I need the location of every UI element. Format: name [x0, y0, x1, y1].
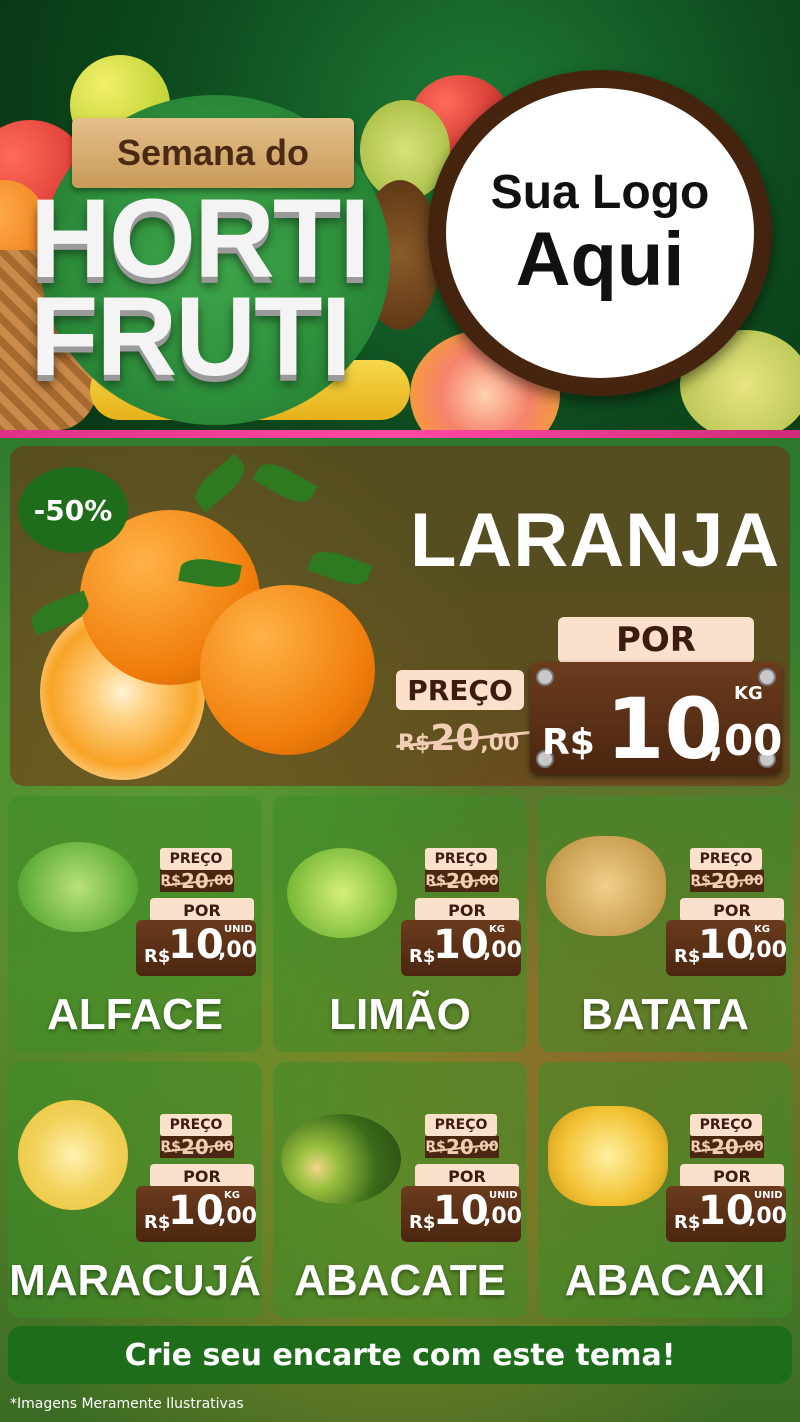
- bolt-icon: [536, 668, 554, 686]
- price-cents: ,00: [218, 1204, 257, 1229]
- old-price: R$20,00: [425, 869, 499, 893]
- page-title: HORTI FRUTI: [30, 183, 390, 399]
- hero-product-name: LARANJA: [410, 498, 781, 583]
- product-name: ABACATE: [294, 1256, 506, 1305]
- product-name: ALFACE: [47, 990, 223, 1039]
- lettuce-icon: [18, 842, 138, 932]
- product-card: PREÇO R$20,00 POR R$ 10 ,00 UNID ALFACE: [8, 796, 262, 1052]
- price-int: 10: [168, 922, 224, 968]
- old-price-currency: R$: [425, 1139, 446, 1155]
- price-currency: R$: [674, 946, 701, 967]
- old-price-currency: R$: [160, 873, 181, 889]
- old-price-currency: R$: [160, 1139, 181, 1155]
- product-card: PREÇO R$20,00 POR R$ 10 ,00 UNID ABACAXI: [538, 1062, 792, 1318]
- subtitle: Semana do: [116, 132, 310, 173]
- pineapple-icon: [548, 1106, 668, 1206]
- price-cents: ,00: [483, 938, 522, 963]
- price-unit: KG: [734, 683, 763, 704]
- avocado-icon: [281, 1114, 401, 1204]
- price-int: 10: [168, 1188, 224, 1234]
- price-unit: UNID: [754, 1190, 783, 1201]
- divider: [0, 430, 800, 438]
- price-unit: UNID: [224, 924, 253, 935]
- por-label: POR: [558, 617, 754, 663]
- preco-label: PREÇO: [160, 1114, 232, 1136]
- price-currency: R$: [144, 946, 171, 967]
- product-card: PREÇO R$20,00 POR R$ 10 ,00 KG MARACUJÁ: [8, 1062, 262, 1318]
- price-int: 10: [698, 1188, 754, 1234]
- price-unit: KG: [224, 1190, 240, 1201]
- price-unit: UNID: [489, 1190, 518, 1201]
- por-label: POR: [415, 1164, 519, 1188]
- title-line-2: FRUTI: [30, 274, 352, 399]
- product-card: PREÇO R$20,00 POR R$ 10 ,00 KG BATATA: [538, 796, 792, 1052]
- old-price: R$20,00: [690, 869, 764, 893]
- preco-label: PREÇO: [690, 848, 762, 870]
- old-price: R$20,00: [690, 1135, 764, 1159]
- flyer: Semana do HORTI FRUTI Sua Logo Aqui -50%…: [0, 0, 800, 1422]
- price-cents: ,00: [708, 716, 783, 765]
- price-currency: R$: [409, 946, 436, 967]
- price-int: 10: [433, 1188, 489, 1234]
- logo-line-1: Sua Logo: [490, 166, 710, 219]
- old-price: R$20,00: [396, 718, 530, 768]
- preco-label: PREÇO: [425, 1114, 497, 1136]
- passionfruit-icon: [18, 1100, 128, 1210]
- old-price: R$20,00: [425, 1135, 499, 1159]
- por-label: POR: [150, 898, 254, 922]
- price-int: 10: [606, 680, 723, 778]
- old-price: R$20,00: [160, 1135, 234, 1159]
- price-currency: R$: [144, 1212, 171, 1233]
- price-unit: KG: [489, 924, 505, 935]
- por-label: POR: [680, 898, 784, 922]
- logo-placeholder[interactable]: Sua Logo Aqui: [446, 88, 754, 378]
- price-currency: R$: [542, 722, 595, 763]
- price-currency: R$: [674, 1212, 701, 1233]
- header-banner: Semana do HORTI FRUTI Sua Logo Aqui: [0, 0, 800, 430]
- potato-icon: [546, 836, 666, 936]
- price-cents: ,00: [748, 938, 787, 963]
- price-cents: ,00: [748, 1204, 787, 1229]
- preco-label: PREÇO: [396, 670, 524, 710]
- logo-line-2: Aqui: [515, 217, 685, 302]
- price-int: 10: [433, 922, 489, 968]
- old-price-currency: R$: [690, 873, 711, 889]
- discount-badge: -50%: [18, 467, 128, 553]
- product-card: PREÇO R$20,00 POR R$ 10 ,00 KG LIMÃO: [273, 796, 527, 1052]
- por-label: POR: [150, 1164, 254, 1188]
- lime-icon: [287, 848, 397, 938]
- old-price-currency: R$: [425, 873, 446, 889]
- price-cents: ,00: [483, 1204, 522, 1229]
- price-currency: R$: [409, 1212, 436, 1233]
- footnote: *Imagens Meramente Ilustrativas: [10, 1396, 244, 1412]
- preco-label: PREÇO: [690, 1114, 762, 1136]
- cta-button[interactable]: Crie seu encarte com este tema!: [8, 1326, 792, 1384]
- old-price: R$20,00: [160, 869, 234, 893]
- old-price-currency: R$: [690, 1139, 711, 1155]
- price-int: 10: [698, 922, 754, 968]
- product-name: MARACUJÁ: [9, 1256, 261, 1305]
- price-cents: ,00: [218, 938, 257, 963]
- preco-label: PREÇO: [425, 848, 497, 870]
- price-unit: KG: [754, 924, 770, 935]
- orange-icon: [200, 585, 375, 755]
- product-name: BATATA: [581, 990, 749, 1039]
- por-label: POR: [415, 898, 519, 922]
- por-label: POR: [680, 1164, 784, 1188]
- product-card: PREÇO R$20,00 POR R$ 10 ,00 UNID ABACATE: [273, 1062, 527, 1318]
- product-name: ABACAXI: [564, 1256, 766, 1305]
- product-name: LIMÃO: [329, 990, 471, 1039]
- preco-label: PREÇO: [160, 848, 232, 870]
